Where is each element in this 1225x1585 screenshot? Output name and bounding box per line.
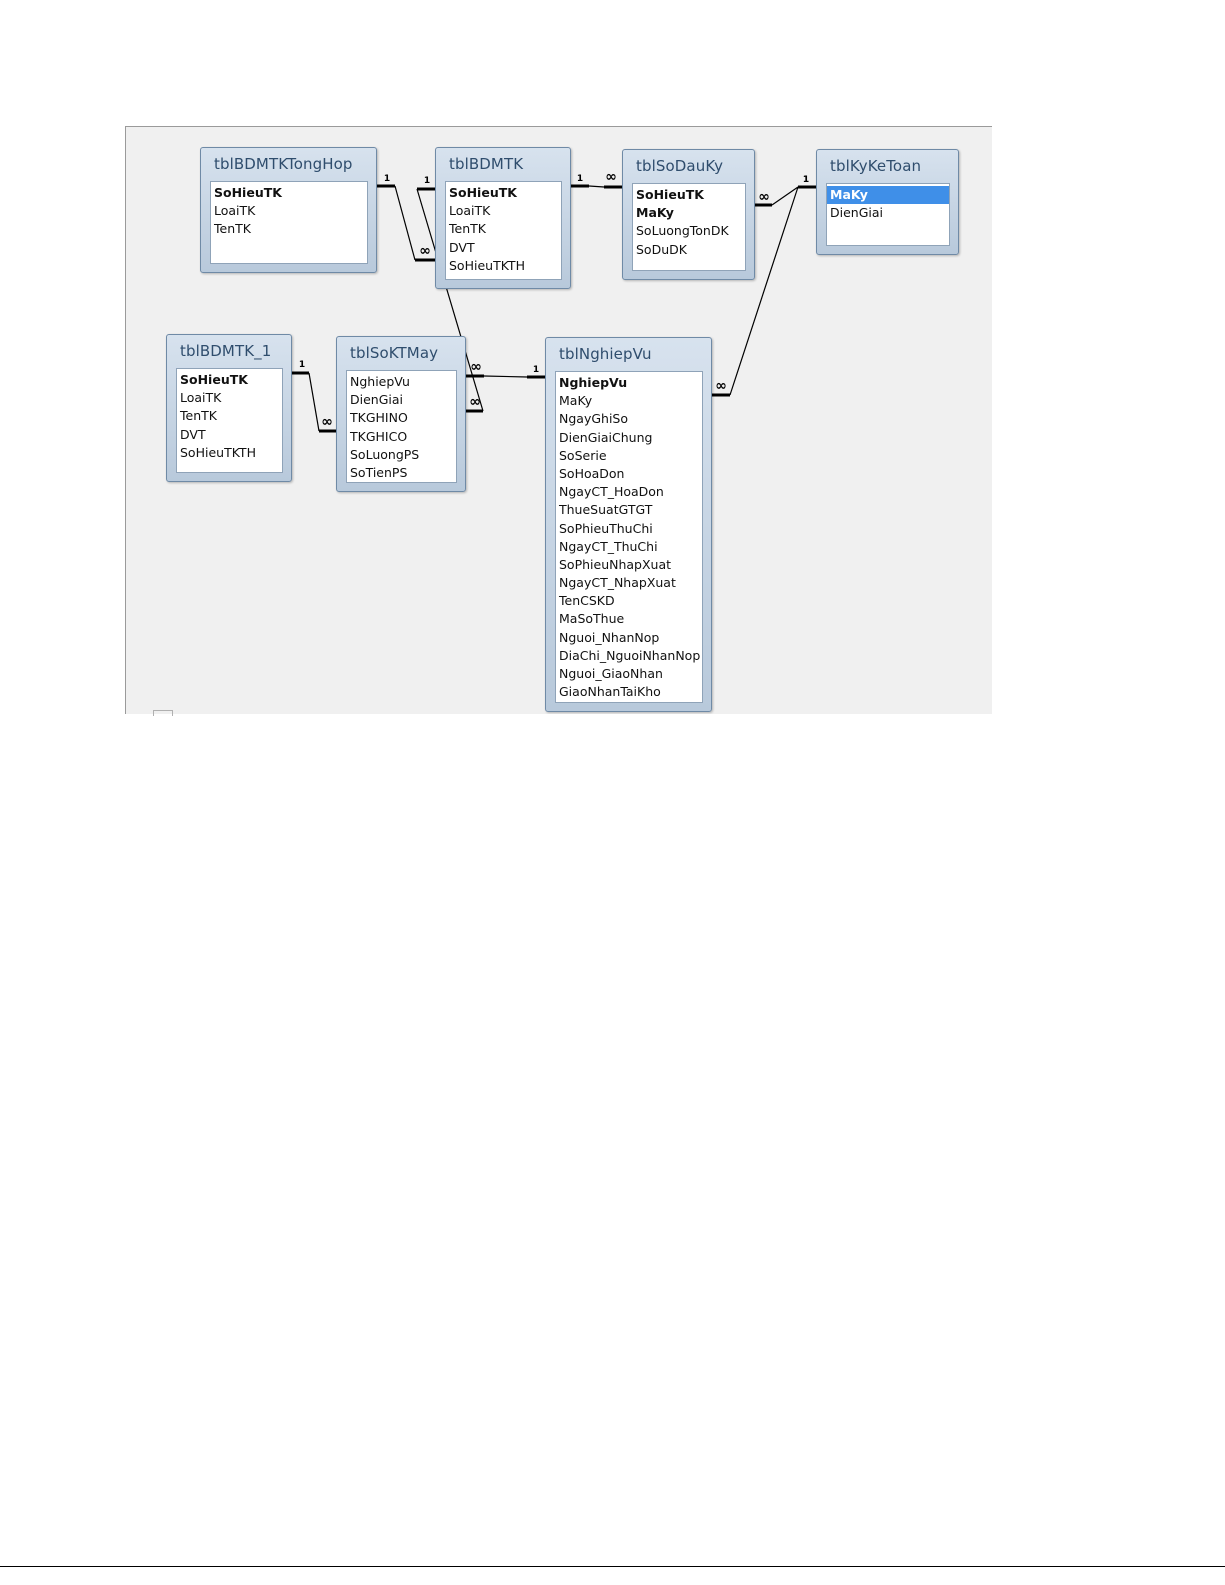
field-nguoi_giaonhan[interactable]: Nguoi_GiaoNhan [556,665,702,683]
field-tentk[interactable]: TenTK [211,220,367,238]
field-ngayct_thuchi[interactable]: NgayCT_ThuChi [556,538,702,556]
field-nghiepvu[interactable]: NghiepVu [556,374,702,392]
field-sohieutk[interactable]: SoHieuTK [633,186,745,204]
field-loaitk[interactable]: LoaiTK [446,202,561,220]
cardinality-many-label: ∞ [419,243,431,259]
field-soluongps[interactable]: SoLuongPS [347,446,456,464]
field-dvt[interactable]: DVT [446,239,561,257]
cardinality-one-label: 1 [533,365,539,375]
table-title[interactable]: tblBDMTKTongHop [214,155,353,173]
table-soDauKy[interactable]: tblSoDauKy SoHieuTK MaKy SoLuongTonDK SoDuDK [622,149,755,280]
relationship-tongHop-bdmtk[interactable]: 1∞ [377,174,435,262]
table-title[interactable]: tblBDMTK_1 [180,342,271,360]
field-diachi_nguoinhannop[interactable]: DiaChi_NguoiNhanNop [556,647,702,665]
field-list[interactable]: SoHieuTK LoaiTK TenTK DVT SoHieuTKTH [445,181,562,280]
cardinality-many-label: ∞ [470,359,482,375]
cardinality-one-label: 1 [803,175,809,185]
field-sodudk[interactable]: SoDuDK [633,241,745,259]
relationship-line [771,186,799,206]
field-diengiaichung[interactable]: DienGiaiChung [556,429,702,447]
field-tentk[interactable]: TenTK [446,220,561,238]
field-sohoadon[interactable]: SoHoaDon [556,465,702,483]
field-sohieutkth[interactable]: SoHieuTKTH [446,257,561,275]
table-title[interactable]: tblSoDauKy [636,157,723,175]
cardinality-one-label: 1 [803,175,809,185]
table-tongHop[interactable]: tblBDMTKTongHop SoHieuTK LoaiTK TenTK [200,147,377,273]
relationship-line [394,185,416,261]
field-nghiepvu[interactable]: NghiepVu [347,373,456,391]
field-tkghico[interactable]: TKGHICO [347,428,456,446]
cardinality-many-label: ∞ [469,394,481,410]
page-bottom-rule [0,1566,1225,1567]
table-title[interactable]: tblSoKTMay [350,344,438,362]
field-ngayct_hoadon[interactable]: NgayCT_HoaDon [556,483,702,501]
cardinality-one-label: 1 [424,176,430,186]
table-title[interactable]: tblKyKeToan [830,157,921,175]
cardinality-one-label: 1 [577,174,583,184]
field-loaitk[interactable]: LoaiTK [211,202,367,220]
scroll-corner [153,710,173,716]
field-loaitk[interactable]: LoaiTK [177,389,282,407]
cardinality-many-label: ∞ [321,414,333,430]
field-list[interactable]: NghiepVu MaKy NgayGhiSo DienGiaiChung SoSeri… [555,371,703,703]
table-nghiepVu[interactable]: tblNghiepVu NghiepVu MaKy NgayGhiSo DienGiai… [545,337,712,712]
field-maky[interactable]: MaKy [827,186,949,205]
field-soluongtondk[interactable]: SoLuongTonDK [633,222,745,240]
field-nguoi_nhannop[interactable]: Nguoi_NhanNop [556,629,702,647]
table-title[interactable]: tblNghiepVu [559,345,652,363]
relationship-kyKeToan-soDauKy[interactable]: 1∞ [755,175,816,207]
field-giaonhantaikho[interactable]: GiaoNhanTaiKho [556,683,702,701]
field-sotienps[interactable]: SoTienPS [347,464,456,482]
field-sophieuthuchi[interactable]: SoPhieuThuChi [556,520,702,538]
cardinality-one-label: 1 [384,174,390,184]
field-list[interactable]: SoHieuTK MaKy SoLuongTonDK SoDuDK [632,183,746,271]
field-sohieutk[interactable]: SoHieuTK [446,184,561,202]
relationship-diagram-canvas: 1 ∞ 1 ∞ 1 ∞ 1 ∞ 1 ∞ 1 ∞ 1 ∞ tblBDMTKTongHop SoHieuTK Lo… [125,126,992,714]
cardinality-many-label: ∞ [758,189,770,205]
field-sohieutk[interactable]: SoHieuTK [211,184,367,202]
field-dvt[interactable]: DVT [177,426,282,444]
field-soserie[interactable]: SoSerie [556,447,702,465]
table-title[interactable]: tblBDMTK [449,155,523,173]
field-list[interactable]: SoHieuTK LoaiTK TenTK DVT SoHieuTKTH [176,368,283,473]
field-masothue[interactable]: MaSoThue [556,610,702,628]
field-sohieutkth[interactable]: SoHieuTKTH [177,444,282,462]
field-maky[interactable]: MaKy [556,392,702,410]
field-sohieutk[interactable]: SoHieuTK [177,371,282,389]
relationship-nghiepVu-soKTMay[interactable]: 1∞ [466,359,545,379]
table-kyKeToan[interactable]: tblKyKeToan MaKy DienGiai [816,149,959,255]
table-soKTMay[interactable]: tblSoKTMay NghiepVu DienGiai TKGHINO TKGHICO… [336,336,466,492]
field-tkghino[interactable]: TKGHINO [347,409,456,427]
field-ngayct_nhapxuat[interactable]: NgayCT_NhapXuat [556,574,702,592]
field-list[interactable]: SoHieuTK LoaiTK TenTK [210,181,368,264]
field-tencskd[interactable]: TenCSKD [556,592,702,610]
field-diengiai[interactable]: DienGiai [347,391,456,409]
field-sophieunhapxuat[interactable]: SoPhieuNhapXuat [556,556,702,574]
field-tentk[interactable]: TenTK [177,407,282,425]
table-bdmtk[interactable]: tblBDMTK SoHieuTK LoaiTK TenTK DVT SoHieuTKTH [435,147,571,289]
field-thuesuatgtgt[interactable]: ThueSuatGTGT [556,501,702,519]
relationship-line [588,185,605,188]
relationship-bdmtk1-soKTMay[interactable]: 1∞ [292,360,336,433]
field-diengiai[interactable]: DienGiai [827,204,949,222]
cardinality-one-label: 1 [299,360,305,370]
field-maky[interactable]: MaKy [633,204,745,222]
cardinality-many-label: ∞ [715,378,727,394]
table-bdmtk1[interactable]: tblBDMTK_1 SoHieuTK LoaiTK TenTK DVT SoHieuTK… [166,334,292,482]
cardinality-many-label: ∞ [605,169,617,185]
relationship-bdmtk-soDauKy[interactable]: 1 ∞ [571,169,622,189]
relationship-line [308,372,320,432]
field-list[interactable]: MaKy DienGiai [826,183,950,246]
field-ngayghiso[interactable]: NgayGhiSo [556,410,702,428]
relationship-line [483,375,528,378]
field-list[interactable]: NghiepVu DienGiai TKGHINO TKGHICO SoLuongPS S… [346,370,457,483]
